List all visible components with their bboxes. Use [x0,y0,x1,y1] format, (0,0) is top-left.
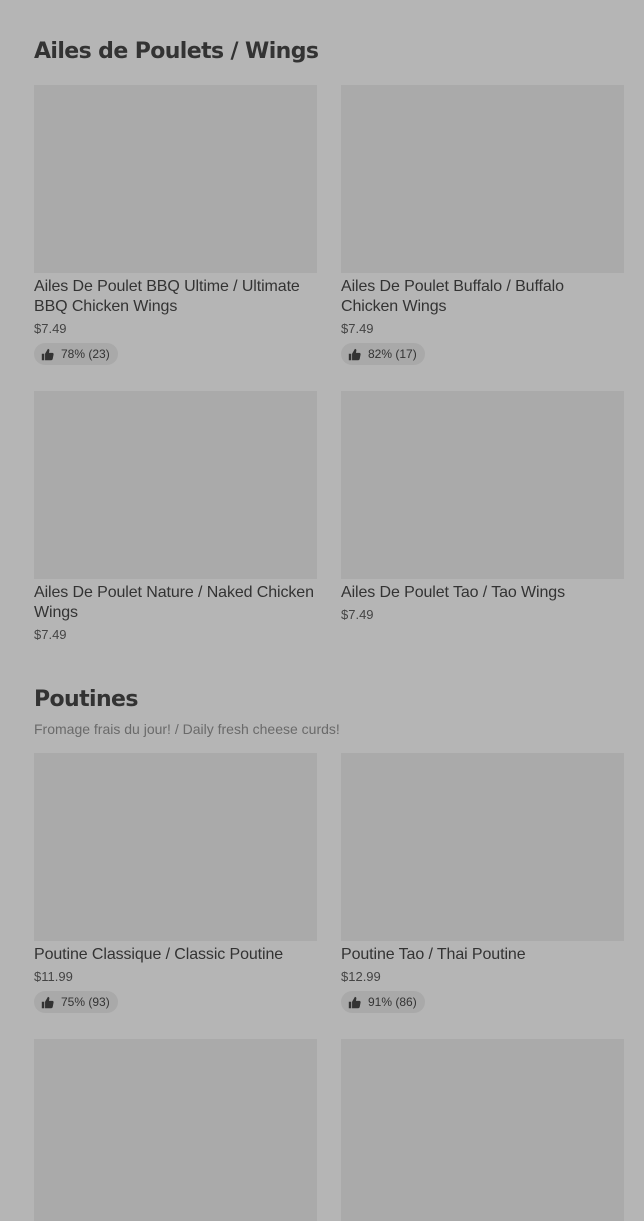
rating-text: 75% (93) [61,995,110,1009]
menu-item-image[interactable] [34,85,317,273]
rating-text: 82% (17) [368,347,417,361]
menu-item-card[interactable]: Ailes De Poulet Nature / Naked Chicken W… [34,391,317,644]
thumbs-up-icon [41,348,54,361]
menu-item-image[interactable] [34,391,317,579]
menu-item-image[interactable] [341,753,624,941]
rating-badge: 78% (23) [34,343,118,365]
menu-item-card[interactable]: Poutine Tao / Thai Poutine $12.99 91% (8… [341,753,624,1014]
menu-item-card[interactable]: Ailes De Poulet Tao / Tao Wings $7.49 [341,391,624,624]
menu-item-image[interactable] [341,1039,624,1221]
menu-item-name: Ailes De Poulet BBQ Ultime / Ultimate BB… [34,278,300,315]
rating-text: 91% (86) [368,995,417,1009]
menu-item-price: $7.49 [34,627,67,642]
thumbs-up-icon [41,996,54,1009]
section-subtitle: Fromage frais du jour! / Daily fresh che… [34,721,340,737]
menu-item-card[interactable]: Poutine Classique / Classic Poutine $11.… [34,753,317,1014]
menu-section-poutines: Poutines Fromage frais du jour! / Daily … [34,686,624,738]
rating-badge: 91% (86) [341,991,425,1013]
menu-item-card[interactable]: Ailes De Poulet BBQ Ultime / Ultimate BB… [34,85,317,366]
menu-item-image[interactable] [34,1039,317,1221]
menu-item-price: $7.49 [341,607,374,622]
rating-badge: 82% (17) [341,343,425,365]
menu-item-price: $11.99 [34,969,73,984]
menu-item-card[interactable]: Ailes De Poulet Buffalo / Buffalo Chicke… [341,85,624,366]
menu-item-image[interactable] [341,391,624,579]
menu-item-name: Poutine Classique / Classic Poutine [34,946,284,963]
menu-item-price: $7.49 [34,321,67,336]
menu-item-price: $7.49 [341,321,374,336]
menu-section-wings: Ailes de Poulets / Wings [34,38,624,66]
menu-item-card[interactable] [341,1039,624,1221]
menu-item-name: Ailes De Poulet Tao / Tao Wings [341,584,565,601]
rating-text: 78% (23) [61,347,110,361]
menu-item-price: $12.99 [341,969,381,984]
thumbs-up-icon [348,996,361,1009]
section-title: Poutines [34,687,138,712]
menu-item-name: Poutine Tao / Thai Poutine [341,946,526,963]
menu-item-name: Ailes De Poulet Nature / Naked Chicken W… [34,584,314,621]
thumbs-up-icon [348,348,361,361]
menu-item-image[interactable] [341,85,624,273]
menu-item-image[interactable] [34,753,317,941]
menu-item-name: Ailes De Poulet Buffalo / Buffalo Chicke… [341,278,564,315]
store-menu-page: Ailes de Poulets / Wings Ailes De Poulet… [0,0,644,1221]
menu-item-card[interactable] [34,1039,317,1221]
section-title: Ailes de Poulets / Wings [34,39,319,64]
rating-badge: 75% (93) [34,991,118,1013]
